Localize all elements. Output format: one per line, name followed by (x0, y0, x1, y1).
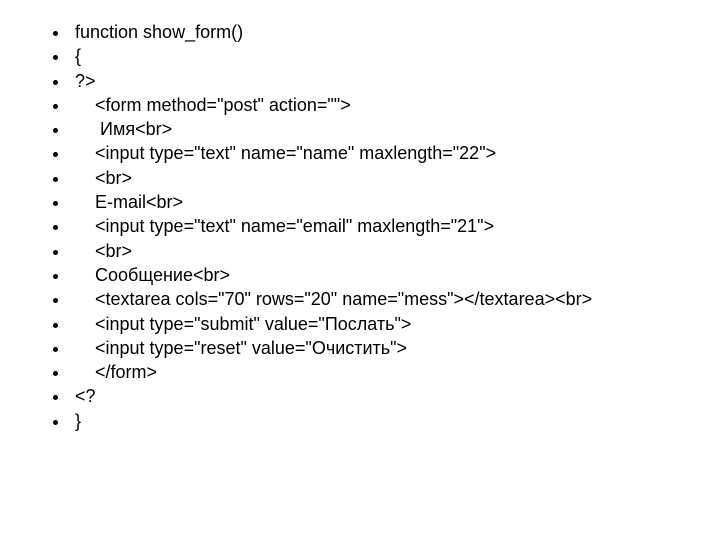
code-line: <input type="reset" value="Очистить"> (70, 336, 690, 360)
code-listing: function show_form() { ?> <form method="… (50, 20, 690, 433)
code-line: <br> (70, 239, 690, 263)
code-line: <? (70, 384, 690, 408)
code-line: ?> (70, 69, 690, 93)
code-line: } (70, 409, 690, 433)
code-line: { (70, 44, 690, 68)
code-line: <input type="submit" value="Послать"> (70, 312, 690, 336)
code-line: Сообщение<br> (70, 263, 690, 287)
code-line: E-mail<br> (70, 190, 690, 214)
code-line: function show_form() (70, 20, 690, 44)
code-line: Имя<br> (70, 117, 690, 141)
code-line: <form method="post" action=""> (70, 93, 690, 117)
code-line: <input type="text" name="email" maxlengt… (70, 214, 690, 238)
code-line: </form> (70, 360, 690, 384)
code-line: <textarea cols="70" rows="20" name="mess… (70, 287, 690, 311)
code-line: <br> (70, 166, 690, 190)
code-line: <input type="text" name="name" maxlength… (70, 141, 690, 165)
